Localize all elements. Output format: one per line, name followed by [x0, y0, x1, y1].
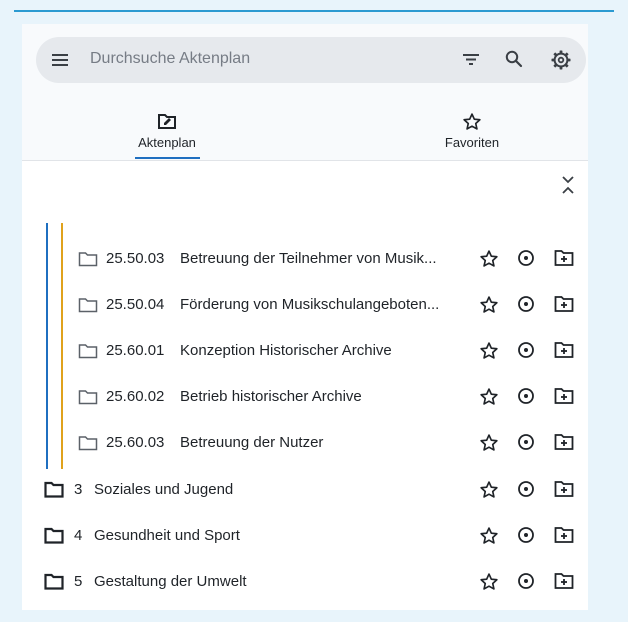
location-icon[interactable] — [516, 249, 536, 269]
folder-icon — [44, 573, 64, 590]
location-icon[interactable] — [516, 341, 536, 361]
row-code: 25.50.04 — [106, 296, 165, 313]
aktenplan-panel: Durchsuche Aktenplan Aktenplan Favoriten… — [22, 24, 588, 610]
row-code: 4 — [74, 527, 83, 544]
active-tab-indicator — [135, 157, 200, 159]
add-folder-icon[interactable] — [554, 249, 574, 267]
tree-row[interactable]: 25.50.04 Förderung von Musikschulangebot… — [22, 283, 588, 329]
tree-row[interactable]: 4 Gesundheit und Sport — [22, 514, 588, 560]
star-icon[interactable] — [479, 572, 499, 592]
location-icon[interactable] — [516, 387, 536, 407]
folder-outline-icon — [78, 343, 98, 359]
row-code: 5 — [74, 573, 83, 590]
row-label: Betreuung der Teilnehmer von Musik... — [180, 250, 437, 267]
divider — [22, 160, 588, 161]
row-label: Betreuung der Nutzer — [180, 434, 324, 451]
row-code: 25.60.03 — [106, 434, 165, 451]
add-folder-icon[interactable] — [554, 572, 574, 590]
menu-icon[interactable] — [50, 50, 70, 70]
row-label: Förderung von Musikschulangeboten... — [180, 296, 440, 313]
tree-row[interactable]: 25.60.02 Betrieb historischer Archive — [22, 375, 588, 421]
add-folder-icon[interactable] — [554, 480, 574, 498]
tab-bar: Aktenplan Favoriten — [22, 112, 588, 161]
search-bar: Durchsuche Aktenplan — [36, 37, 586, 83]
filter-icon[interactable] — [461, 49, 481, 69]
star-icon[interactable] — [479, 387, 499, 407]
add-folder-icon[interactable] — [554, 433, 574, 451]
row-code: 3 — [74, 481, 83, 498]
add-folder-icon[interactable] — [554, 295, 574, 313]
tab-label: Favoriten — [444, 135, 500, 150]
folder-icon — [44, 527, 64, 544]
folder-outline-icon — [78, 297, 98, 313]
star-icon[interactable] — [479, 480, 499, 500]
collapse-all-icon[interactable] — [561, 174, 575, 196]
star-icon[interactable] — [479, 295, 499, 315]
folder-outline-icon — [78, 435, 98, 451]
row-code: 25.50.03 — [106, 250, 165, 267]
row-code: 25.60.01 — [106, 342, 165, 359]
star-icon[interactable] — [479, 433, 499, 453]
row-label: Konzeption Historischer Archive — [180, 342, 392, 359]
star-icon[interactable] — [479, 341, 499, 361]
location-icon[interactable] — [516, 480, 536, 500]
tree-row[interactable]: 25.60.03 Betreuung der Nutzer — [22, 421, 588, 467]
location-icon[interactable] — [516, 433, 536, 453]
row-code: 25.60.02 — [106, 388, 165, 405]
search-icon[interactable] — [504, 49, 524, 69]
folder-outline-icon — [78, 251, 98, 267]
folder-outline-icon — [78, 389, 98, 405]
star-icon[interactable] — [479, 526, 499, 546]
row-label: Gestaltung der Umwelt — [94, 573, 247, 590]
tree-row[interactable]: 5 Gestaltung der Umwelt — [22, 560, 588, 606]
settings-icon[interactable] — [550, 49, 572, 71]
location-icon[interactable] — [516, 572, 536, 592]
folder-icon — [44, 481, 64, 498]
add-folder-icon[interactable] — [554, 341, 574, 359]
row-label: Gesundheit und Sport — [94, 527, 240, 544]
search-input[interactable]: Durchsuche Aktenplan — [90, 50, 250, 68]
tree-row[interactable]: 25.50.03 Betreuung der Teilnehmer von Mu… — [22, 237, 588, 283]
tab-aktenplan[interactable]: Aktenplan — [67, 112, 267, 150]
tab-label: Aktenplan — [138, 135, 196, 150]
tab-favoriten[interactable]: Favoriten — [372, 112, 572, 150]
tree-row[interactable]: 3 Soziales und Jugend — [22, 468, 588, 514]
location-icon[interactable] — [516, 526, 536, 546]
row-label: Soziales und Jugend — [94, 481, 234, 498]
row-label: Betrieb historischer Archive — [180, 388, 362, 405]
tree-row[interactable]: 25.60.01 Konzeption Historischer Archive — [22, 329, 588, 375]
star-icon — [372, 112, 572, 134]
location-icon[interactable] — [516, 295, 536, 315]
folder-edit-icon — [67, 112, 267, 134]
add-folder-icon[interactable] — [554, 526, 574, 544]
star-icon[interactable] — [479, 249, 499, 269]
add-folder-icon[interactable] — [554, 387, 574, 405]
